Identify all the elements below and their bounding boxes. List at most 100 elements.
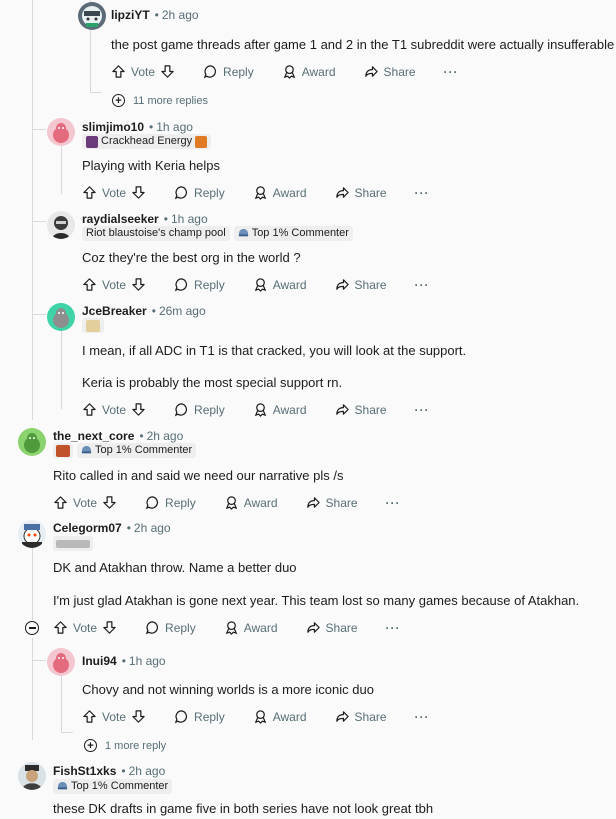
comment-actions: Vote Reply Award Share ··· [82,709,430,724]
reply-button[interactable]: Reply [174,402,225,417]
reply-button[interactable]: Reply [174,709,225,724]
share-button[interactable]: Share [306,620,358,635]
award-button[interactable]: Award [253,277,307,292]
award-label: Award [272,709,307,724]
vote-control: Vote [53,495,117,510]
award-button[interactable]: Award [253,185,307,200]
upvote-icon[interactable] [53,495,68,510]
award-button[interactable]: Award [282,64,336,79]
share-button[interactable]: Share [335,402,387,417]
award-icon [283,65,295,79]
share-button[interactable]: Share [335,185,387,200]
award-icon [254,278,266,292]
more-replies-link[interactable]: + 11 more replies [112,94,208,107]
upvote-icon[interactable] [82,709,97,724]
share-icon [306,497,320,508]
share-label: Share [354,277,387,292]
collapse-thread-button[interactable] [25,621,39,635]
reply-button[interactable]: Reply [174,277,225,292]
speech-bubble-icon [174,186,188,200]
share-button[interactable]: Share [364,64,416,79]
flair-label: Top 1% Commenter [71,780,169,792]
timestamp[interactable]: 2h ago [162,8,199,22]
username[interactable]: FishSt1xks [53,764,116,778]
more-options-button[interactable]: ··· [415,186,430,200]
separator-dot: • [126,521,131,535]
award-label: Award [272,185,307,200]
award-button[interactable]: Award [253,402,307,417]
more-options-button[interactable]: ··· [415,710,430,724]
comment-actions: Vote Reply Award Share ··· [111,64,459,79]
timestamp[interactable]: 2h ago [147,429,184,443]
share-button[interactable]: Share [335,709,387,724]
flair-image-icon [56,444,70,457]
more-options-button[interactable]: ··· [444,65,459,79]
speech-bubble-icon [174,278,188,292]
downvote-icon[interactable] [131,277,146,292]
avatar[interactable] [18,762,46,790]
thread-line [61,144,62,194]
more-replies-label: 11 more replies [133,94,208,107]
username[interactable]: lipziYT [111,8,150,22]
thread-line [32,0,33,420]
username[interactable]: slimjimo10 [82,120,144,134]
vote-control: Vote [53,620,117,635]
badge-icon [238,228,248,237]
avatar[interactable] [47,303,75,331]
downvote-icon[interactable] [131,185,146,200]
avatar[interactable] [47,211,75,239]
upvote-icon[interactable] [82,277,97,292]
downvote-icon[interactable] [102,620,117,635]
minus-icon [28,627,36,629]
share-button[interactable]: Share [306,495,358,510]
username[interactable]: JceBreaker [82,304,147,318]
award-icon [254,403,266,417]
username[interactable]: Inui94 [82,654,117,668]
award-button[interactable]: Award [224,495,278,510]
flair-row [53,536,93,551]
reply-button[interactable]: Reply [174,185,225,200]
downvote-icon[interactable] [102,495,117,510]
downvote-icon[interactable] [131,709,146,724]
award-button[interactable]: Award [224,620,278,635]
reply-button[interactable]: Reply [203,64,254,79]
username[interactable]: Celegorm07 [53,521,122,535]
downvote-icon[interactable] [131,402,146,417]
vote-label: Vote [131,64,156,79]
thread-line [32,660,46,661]
timestamp[interactable]: 1h ago [156,120,193,134]
upvote-icon[interactable] [82,402,97,417]
reply-button[interactable]: Reply [145,495,196,510]
avatar[interactable] [47,118,75,146]
timestamp[interactable]: 1h ago [171,212,208,226]
separator-dot: • [151,304,156,318]
timestamp[interactable]: 1h ago [129,654,166,668]
reply-button[interactable]: Reply [145,620,196,635]
share-button[interactable]: Share [335,277,387,292]
separator-dot: • [154,8,159,22]
avatar[interactable] [18,428,46,456]
timestamp[interactable]: 26m ago [159,304,206,318]
username[interactable]: the_next_core [53,429,134,443]
downvote-icon[interactable] [160,64,175,79]
more-options-button[interactable]: ··· [386,496,401,510]
upvote-icon[interactable] [53,620,68,635]
username[interactable]: raydialseeker [82,212,159,226]
upvote-icon[interactable] [82,185,97,200]
flair-row [82,318,104,333]
thread-line [90,92,102,93]
user-flair [53,443,73,458]
avatar[interactable] [18,520,46,548]
timestamp[interactable]: 2h ago [129,764,166,778]
more-options-button[interactable]: ··· [386,621,401,635]
award-button[interactable]: Award [253,709,307,724]
avatar[interactable] [47,648,75,676]
avatar[interactable] [78,2,106,30]
more-replies-link[interactable]: + 1 more reply [84,739,166,752]
more-options-button[interactable]: ··· [415,403,430,417]
user-flair [53,536,93,551]
comment-body: Keria is probably the most special suppo… [82,375,343,390]
timestamp[interactable]: 2h ago [134,521,171,535]
upvote-icon[interactable] [111,64,126,79]
more-options-button[interactable]: ··· [415,278,430,292]
